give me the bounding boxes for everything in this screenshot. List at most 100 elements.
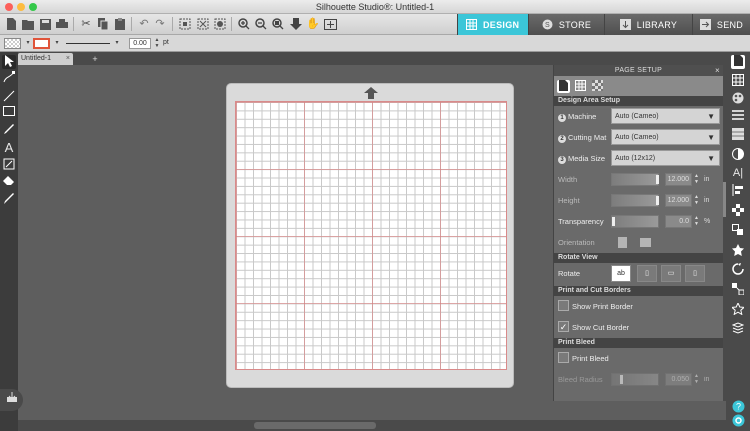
line-style-dropdown-icon[interactable]: ▾ (110, 36, 124, 50)
help-icon[interactable]: ? (731, 400, 745, 414)
fill-pattern-icon[interactable] (731, 128, 745, 142)
width-slider-knob[interactable] (656, 175, 659, 184)
pan-hand-icon[interactable]: ✋ (306, 17, 320, 31)
transparency-input[interactable]: 0.0 (665, 215, 692, 228)
horizontal-scrollbar[interactable] (18, 420, 726, 431)
width-slider[interactable] (611, 173, 659, 186)
transparency-slider-knob[interactable] (612, 217, 615, 226)
paste-icon[interactable] (113, 17, 127, 31)
trace-icon[interactable] (731, 283, 745, 297)
shadow-icon[interactable] (731, 148, 745, 162)
rotate-0-button[interactable]: ab (611, 265, 631, 282)
cutting-mat-select[interactable]: Auto (Cameo) ▼ (611, 129, 720, 145)
draw-tool-icon[interactable] (2, 123, 16, 137)
design-canvas[interactable] (18, 65, 553, 420)
text-tool-icon[interactable]: A (2, 141, 16, 155)
rectangle-tool-icon[interactable] (2, 106, 16, 120)
tab-send[interactable]: SEND (692, 14, 750, 35)
print-icon[interactable] (55, 17, 69, 31)
save-icon[interactable] (38, 17, 52, 31)
line-style-icon[interactable] (731, 110, 745, 124)
open-folder-icon[interactable] (21, 17, 35, 31)
fill-color-swatch[interactable] (4, 38, 21, 49)
zoom-out-icon[interactable] (254, 17, 268, 31)
document-tab[interactable]: Untitled-1 × (18, 53, 73, 65)
close-tab-icon[interactable]: × (66, 53, 70, 65)
modify-icon[interactable] (731, 244, 745, 258)
tab-library[interactable]: LIBRARY (604, 14, 692, 35)
horizontal-scroll-thumb[interactable] (254, 422, 376, 429)
height-slider[interactable] (611, 194, 659, 207)
line-color-swatch[interactable] (33, 38, 50, 49)
line-color-dropdown-icon[interactable]: ▾ (50, 36, 64, 50)
align-icon[interactable] (731, 184, 745, 198)
offset-icon[interactable] (731, 263, 745, 277)
print-bleed-checkbox[interactable] (558, 352, 569, 363)
mat-grid[interactable] (235, 101, 507, 370)
eraser-edit-tool-icon[interactable] (2, 158, 16, 172)
fill-color-icon[interactable] (731, 92, 745, 106)
select-all-icon[interactable] (178, 17, 192, 31)
cut-icon[interactable]: ✂ (79, 17, 93, 31)
new-document-icon[interactable] (4, 17, 18, 31)
landscape-orientation-icon[interactable] (640, 238, 651, 247)
library-stack-icon[interactable] (731, 322, 745, 336)
zoom-fit-icon[interactable] (271, 17, 285, 31)
show-cut-border-checkbox[interactable]: ✓ (558, 321, 569, 332)
add-tab-button[interactable]: + (89, 53, 101, 65)
media-size-select[interactable]: Auto (12x12) ▼ (611, 150, 720, 166)
line-style-sample[interactable] (66, 43, 110, 44)
show-print-border-checkbox[interactable] (558, 300, 569, 311)
settings-gear-icon[interactable] (731, 414, 745, 428)
select-by-color-icon[interactable] (213, 17, 227, 31)
fit-page-icon[interactable] (323, 17, 337, 31)
machine-row: 1 Machine Auto (Cameo) ▼ (554, 106, 723, 127)
height-slider-knob[interactable] (656, 196, 659, 205)
width-input[interactable]: 12.000 (665, 173, 692, 186)
eraser-tool-icon[interactable] (2, 176, 16, 190)
transparency-stepper[interactable]: ▲ ▼ (694, 215, 699, 227)
replicate-icon[interactable] (731, 204, 745, 218)
left-tool-panel: A (0, 52, 18, 431)
copy-icon[interactable] (96, 17, 110, 31)
show-cut-border-row: ✓ Show Cut Border (554, 317, 723, 338)
grid-settings-icon[interactable] (731, 74, 745, 88)
page-setup-icon[interactable] (731, 55, 745, 69)
tab-store[interactable]: S STORE (528, 14, 604, 35)
portrait-orientation-icon[interactable] (618, 237, 627, 248)
height-input[interactable]: 12.000 (665, 194, 692, 207)
undo-icon[interactable]: ↶ (137, 17, 151, 31)
transparency-subtab-icon[interactable] (591, 79, 604, 93)
machine-value: Auto (Cameo) (615, 113, 659, 120)
machine-select[interactable]: Auto (Cameo) ▼ (611, 108, 720, 124)
rotate-270-button[interactable]: ▯ (685, 265, 705, 282)
point-edit-tool-icon[interactable] (2, 71, 16, 85)
panel-close-icon[interactable]: × (715, 65, 720, 76)
line-width-input[interactable]: 0.00 (129, 38, 151, 49)
transform-icon[interactable] (731, 224, 745, 238)
bleed-radius-stepper[interactable]: ▲ ▼ (694, 373, 699, 385)
knife-tool-icon[interactable] (2, 193, 16, 207)
rotate-180-button[interactable]: ▭ (661, 265, 681, 282)
tab-design[interactable]: DESIGN (457, 14, 528, 35)
page-subtab-icon[interactable] (557, 79, 570, 93)
bleed-radius-slider[interactable] (611, 373, 659, 386)
bleed-radius-input[interactable]: 0.050 (665, 373, 692, 386)
move-down-icon[interactable] (289, 17, 303, 31)
line-width-stepper[interactable]: ▲ ▼ (150, 36, 164, 50)
line-tool-icon[interactable] (2, 90, 16, 104)
deselect-icon[interactable] (196, 17, 210, 31)
grid-subtab-icon[interactable] (574, 79, 587, 93)
height-stepper[interactable]: ▲ ▼ (694, 194, 699, 206)
select-tool-icon[interactable] (2, 55, 16, 69)
redo-icon[interactable]: ↷ (153, 17, 167, 31)
transparency-slider[interactable] (611, 215, 659, 228)
send-to-cutter-button[interactable] (0, 389, 23, 411)
zoom-in-icon[interactable] (237, 17, 251, 31)
bleed-radius-slider-knob[interactable] (620, 375, 623, 384)
width-stepper[interactable]: ▲ ▼ (694, 173, 699, 185)
text-style-icon[interactable]: A| (731, 166, 745, 180)
rotate-90-button[interactable]: ▯ (637, 265, 657, 282)
tab-store-label: STORE (558, 19, 592, 30)
sketch-star-icon[interactable] (730, 301, 746, 317)
